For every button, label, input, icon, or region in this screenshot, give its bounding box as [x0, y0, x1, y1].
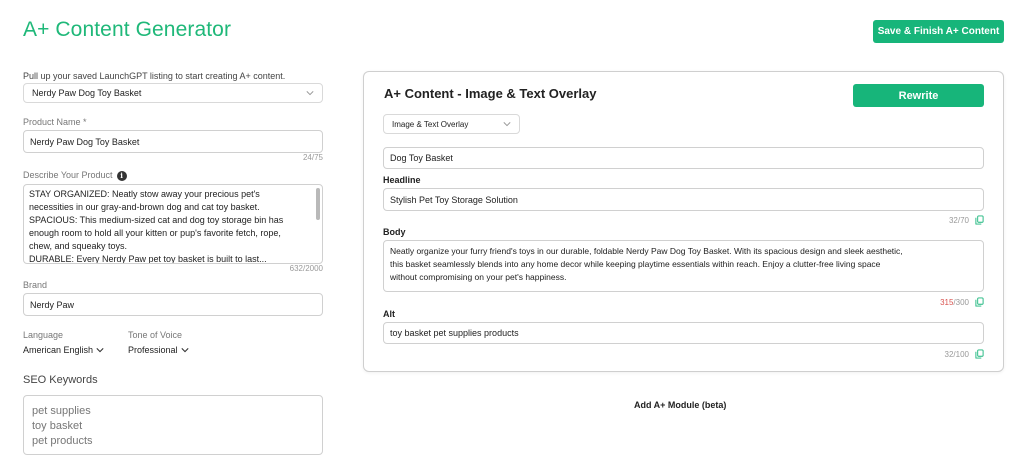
describe-textarea[interactable]: STAY ORGANIZED: Neatly stow away your pr… [23, 184, 323, 264]
image-keyword-value: Dog Toy Basket [390, 153, 453, 163]
headline-input[interactable]: Stylish Pet Toy Storage Solution [383, 188, 984, 211]
language-dropdown[interactable]: American English [23, 345, 104, 355]
describe-label-row: Describe Your Product i [23, 170, 127, 181]
alt-value: toy basket pet supplies products [390, 328, 519, 338]
tone-value: Professional [128, 345, 178, 355]
listing-instruction: Pull up your saved LaunchGPT listing to … [23, 71, 286, 81]
a-plus-module-panel: A+ Content - Image & Text Overlay Rewrit… [363, 71, 1004, 372]
seo-keyword: pet supplies [32, 405, 91, 417]
headline-label: Headline [383, 175, 421, 185]
chevron-down-icon [503, 122, 511, 127]
product-name-label: Product Name * [23, 117, 87, 127]
module-title: A+ Content - Image & Text Overlay [384, 86, 597, 101]
product-name-value: Nerdy Paw Dog Toy Basket [30, 136, 140, 147]
brand-value: Nerdy Paw [30, 299, 75, 310]
page-title: A+ Content Generator [23, 18, 232, 41]
product-name-input[interactable]: Nerdy Paw Dog Toy Basket [23, 130, 323, 153]
body-counter-current: 315 [940, 298, 954, 307]
seo-keywords-input[interactable]: pet supplies toy basket pet products [23, 395, 323, 455]
brand-input[interactable]: Nerdy Paw [23, 293, 323, 316]
describe-line: necessities in our gray-and-brown dog an… [29, 202, 260, 212]
body-line: without compromising on your pet's happi… [390, 272, 567, 282]
chevron-down-icon [306, 91, 314, 96]
describe-line: SPACIOUS: This medium-sized cat and dog … [29, 215, 284, 225]
textarea-scrollbar[interactable] [316, 188, 320, 220]
copy-icon[interactable] [975, 215, 984, 225]
language-label: Language [23, 330, 64, 340]
describe-line: enough room to hold all your kitten or p… [29, 228, 281, 238]
describe-counter: 632/2000 [289, 264, 323, 273]
rewrite-button[interactable]: Rewrite [853, 84, 984, 107]
save-finish-button[interactable]: Save & Finish A+ Content [873, 20, 1004, 43]
tone-dropdown[interactable]: Professional [128, 345, 189, 355]
seo-keyword: pet products [32, 435, 93, 447]
body-counter-max: /300 [953, 298, 969, 307]
describe-line: DURABLE: Every Nerdy Paw pet toy basket … [29, 254, 267, 264]
describe-line: chew, and squeaky toys. [29, 241, 128, 251]
listing-select-value: Nerdy Paw Dog Toy Basket [32, 88, 142, 98]
module-type-select[interactable]: Image & Text Overlay [383, 114, 520, 134]
module-type-value: Image & Text Overlay [392, 119, 469, 129]
copy-icon[interactable] [975, 349, 984, 359]
body-label: Body [383, 227, 406, 237]
add-module-link[interactable]: Add A+ Module (beta) [634, 400, 726, 410]
body-line: this basket seamlessly blends into any h… [390, 259, 881, 269]
describe-line: STAY ORGANIZED: Neatly stow away your pr… [29, 189, 260, 199]
chevron-down-icon [180, 348, 189, 353]
listing-select[interactable]: Nerdy Paw Dog Toy Basket [23, 83, 323, 103]
language-value: American English [23, 345, 94, 355]
body-textarea[interactable]: Neatly organize your furry friend's toys… [383, 240, 984, 292]
info-icon[interactable]: i [116, 170, 127, 181]
image-keyword-input[interactable]: Dog Toy Basket [383, 147, 984, 169]
alt-counter: 32/100 [944, 350, 969, 359]
body-line: Neatly organize your furry friend's toys… [390, 246, 903, 256]
body-counter: 315/300 [914, 298, 969, 307]
headline-counter: 32/70 [948, 216, 969, 225]
alt-input[interactable]: toy basket pet supplies products [383, 322, 984, 344]
seo-keyword: toy basket [32, 420, 83, 432]
tone-label: Tone of Voice [128, 330, 183, 340]
copy-icon[interactable] [975, 297, 984, 307]
alt-label: Alt [383, 309, 395, 319]
seo-keywords-title: SEO Keywords [23, 374, 98, 386]
headline-value: Stylish Pet Toy Storage Solution [390, 194, 518, 205]
chevron-down-icon [96, 348, 104, 353]
product-name-counter: 24/75 [302, 153, 323, 162]
describe-label: Describe Your Product [23, 170, 113, 180]
brand-label: Brand [23, 280, 48, 290]
